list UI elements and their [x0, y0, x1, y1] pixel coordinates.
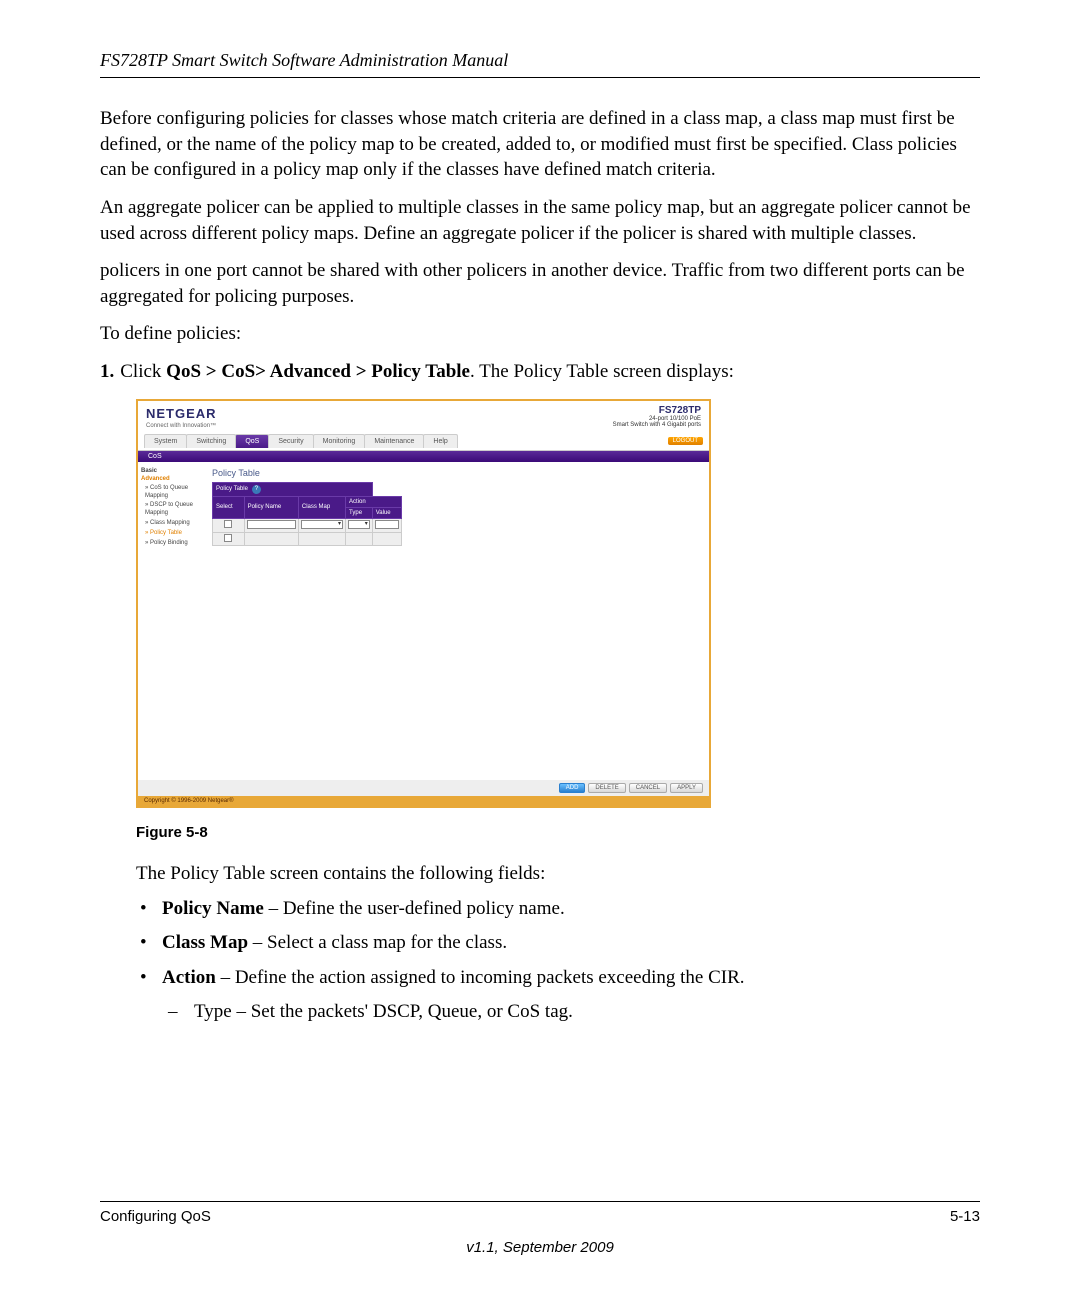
table-titlebar: Policy Table?: [213, 482, 373, 496]
value-input[interactable]: [375, 520, 399, 529]
help-icon[interactable]: ?: [252, 485, 261, 494]
type-select[interactable]: [348, 520, 370, 529]
paragraph-4: To define policies:: [100, 321, 980, 347]
figure-caption: Figure 5-8: [136, 824, 980, 841]
step-prefix: Click: [120, 361, 166, 382]
fields-intro: The Policy Table screen contains the fol…: [136, 863, 980, 885]
logo-sub: Connect with Innovation™: [146, 423, 217, 429]
paragraph-1: Before configuring policies for classes …: [100, 106, 980, 183]
bullet-list: Policy Name – Define the user-defined po…: [136, 895, 980, 1027]
footer-version: v1.1, September 2009: [100, 1239, 980, 1256]
table-row: [213, 518, 402, 532]
col-type: Type: [346, 507, 373, 518]
logo: NETGEAR: [146, 406, 217, 421]
tab-system[interactable]: System: [144, 434, 187, 448]
tab-maintenance[interactable]: Maintenance: [364, 434, 424, 448]
sidebar-item-policytable[interactable]: » Policy Table: [141, 529, 203, 539]
sidebar: Basic Advanced » CoS to Queue Mapping » …: [138, 462, 206, 780]
table-row: [213, 532, 402, 545]
paragraph-3: policers in one port cannot be shared wi…: [100, 258, 980, 309]
tab-qos[interactable]: QoS: [235, 434, 269, 448]
row-checkbox[interactable]: [224, 520, 232, 528]
footer-pagenum: 5-13: [950, 1208, 980, 1225]
col-policyname: Policy Name: [244, 496, 298, 518]
classmap-select[interactable]: [301, 520, 343, 529]
policy-table: Policy Table? Select Policy Name Class M…: [212, 482, 402, 546]
figure-footer: ADD DELETE CANCEL APPLY: [138, 780, 709, 796]
add-button[interactable]: ADD: [559, 783, 586, 793]
bullet-policyname: Policy Name – Define the user-defined po…: [136, 895, 980, 924]
tab-security[interactable]: Security: [268, 434, 313, 448]
bullet-action: Action – Define the action assigned to i…: [136, 964, 980, 1027]
sidebar-item-classmap[interactable]: » Class Mapping: [141, 519, 203, 529]
tab-help[interactable]: Help: [423, 434, 457, 448]
sidebar-advanced[interactable]: Advanced: [141, 476, 203, 482]
sidebar-basic[interactable]: Basic: [141, 468, 203, 474]
policy-name-input[interactable]: [247, 520, 296, 529]
nav-tabs: System Switching QoS Security Monitoring…: [144, 434, 457, 448]
subnav: CoS: [138, 451, 709, 462]
row-checkbox[interactable]: [224, 534, 232, 542]
delete-button[interactable]: DELETE: [588, 783, 625, 793]
col-action: Action: [346, 496, 402, 507]
step-num: 1.: [100, 361, 114, 382]
bullet-classmap: Class Map – Select a class map for the c…: [136, 929, 980, 958]
sidebar-item-dscp[interactable]: » DSCP to Queue Mapping: [141, 501, 203, 519]
col-classmap: Class Map: [298, 496, 345, 518]
page-footer: Configuring QoS 5-13 v1.1, September 200…: [100, 1201, 980, 1256]
sidebar-item-cos[interactable]: » CoS to Queue Mapping: [141, 484, 203, 502]
step-1: 1. Click QoS > CoS> Advanced > Policy Tab…: [100, 359, 980, 385]
col-select: Select: [213, 496, 245, 518]
content-title: Policy Table: [212, 468, 703, 478]
model-info: FS728TP 24-port 10/100 PoE Smart Switch …: [613, 405, 701, 428]
page-header: FS728TP Smart Switch Software Administra…: [100, 50, 980, 71]
tab-monitoring[interactable]: Monitoring: [313, 434, 366, 448]
figure-copyright: Copyright © 1996-2009 Netgear®: [138, 796, 709, 806]
sidebar-item-policybinding[interactable]: » Policy Binding: [141, 539, 203, 549]
header-rule: [100, 77, 980, 78]
step-suffix: . The Policy Table screen displays:: [470, 361, 734, 382]
tab-switching[interactable]: Switching: [186, 434, 236, 448]
apply-button[interactable]: APPLY: [670, 783, 703, 793]
paragraph-2: An aggregate policer can be applied to m…: [100, 195, 980, 246]
bullet-action-type: Type – Set the packets' DSCP, Queue, or …: [162, 998, 980, 1027]
footer-section: Configuring QoS: [100, 1208, 211, 1225]
step-bold: QoS > CoS> Advanced > Policy Table: [166, 361, 470, 382]
cancel-button[interactable]: CANCEL: [629, 783, 667, 793]
figure-screenshot: NETGEAR Connect with Innovation™ FS728TP…: [136, 399, 711, 808]
logout-button[interactable]: LOGOUT: [668, 437, 703, 445]
col-value: Value: [372, 507, 401, 518]
